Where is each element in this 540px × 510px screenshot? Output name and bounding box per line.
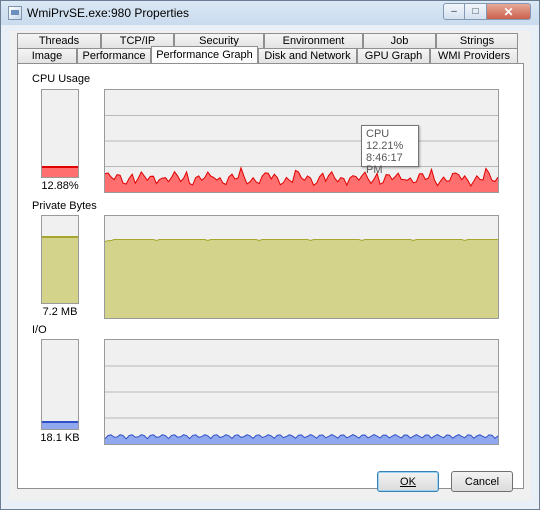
ok-button-label: OK [400, 475, 416, 488]
window-app-icon [8, 6, 22, 20]
properties-window: WmiPrvSE.exe:980 Properties – □ ✕ Thread… [0, 0, 540, 510]
cpu-usage-plot [105, 115, 498, 192]
cpu-usage-meter [41, 89, 79, 178]
close-button[interactable]: ✕ [487, 3, 531, 20]
private_bytes-area [105, 239, 498, 318]
tooltip-percent: 12.21% [366, 140, 404, 152]
window-title: WmiPrvSE.exe:980 Properties [27, 6, 190, 20]
private-bytes-label: Private Bytes [32, 200, 97, 212]
tab-disk-and-network[interactable]: Disk and Network [258, 48, 357, 63]
ok-button[interactable]: OK [377, 471, 439, 492]
private-bytes-plot [105, 239, 498, 318]
private-bytes-graph[interactable] [104, 215, 499, 319]
dialog-client-area: Threads TCP/IP Security Environment Job … [9, 31, 531, 501]
private-bytes-value: 7.2 MB [42, 306, 78, 318]
tab-performance[interactable]: Performance [77, 48, 151, 63]
private-bytes-meter [41, 215, 79, 304]
tab-gpu-graph[interactable]: GPU Graph [357, 48, 430, 63]
tab-performance-graph[interactable]: Performance Graph [151, 46, 258, 63]
tab-environment[interactable]: Environment [264, 33, 363, 48]
cpu-usage-value: 12.88% [41, 180, 79, 192]
cpu-area [105, 167, 498, 192]
cpu-usage-graph[interactable] [104, 89, 499, 193]
tab-job[interactable]: Job [363, 33, 436, 48]
io-graph[interactable] [104, 339, 499, 445]
maximize-button[interactable]: □ [465, 3, 487, 20]
tab-threads[interactable]: Threads [17, 33, 101, 48]
tab-wmi-providers[interactable]: WMI Providers [430, 48, 518, 63]
minimize-button[interactable]: – [443, 3, 465, 20]
tab-image[interactable]: Image [17, 48, 77, 63]
io-label: I/O [32, 324, 47, 336]
io-meter [41, 339, 79, 430]
tooltip-series: CPU [366, 128, 390, 140]
cpu-tooltip: CPU 12.21% 8:46:17 PM [361, 125, 419, 176]
io-meter-fill [42, 421, 78, 429]
title-bar[interactable]: WmiPrvSE.exe:980 Properties – □ ✕ [1, 1, 539, 25]
cancel-button[interactable]: Cancel [451, 471, 513, 492]
tooltip-time: 8:46:17 PM [366, 152, 403, 176]
private-bytes-meter-fill [42, 236, 78, 303]
cpu-usage-meter-fill [42, 165, 78, 177]
cpu-usage-label: CPU Usage [32, 73, 91, 85]
io-value: 18.1 KB [40, 432, 80, 444]
io-plot [105, 365, 498, 444]
tab-strings[interactable]: Strings [436, 33, 518, 48]
